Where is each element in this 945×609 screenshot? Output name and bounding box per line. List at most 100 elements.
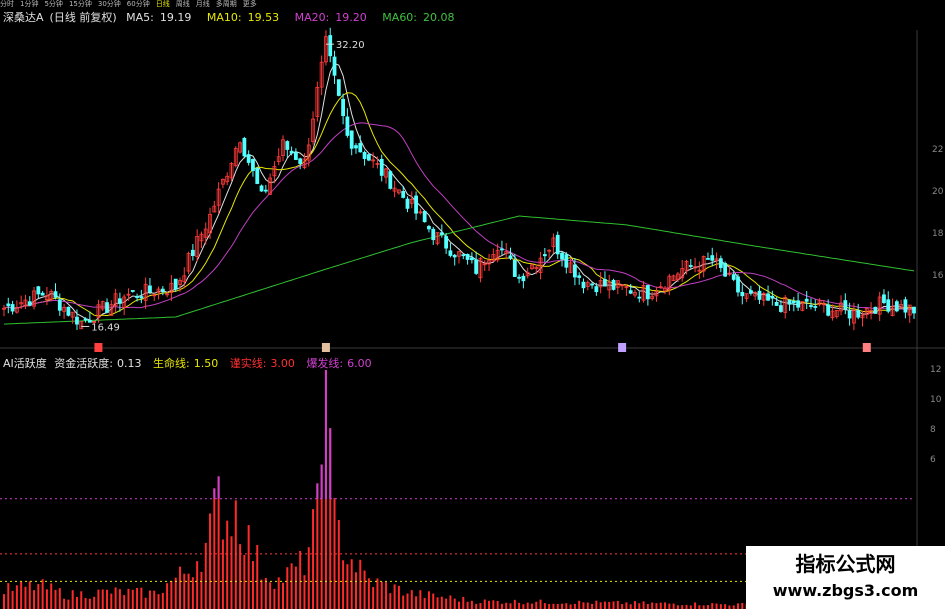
candle-body: [439, 232, 444, 235]
candle-body: [405, 198, 410, 209]
candle-body: [10, 304, 15, 312]
candle-body: [255, 167, 260, 184]
candle-body: [431, 228, 436, 241]
candle-body: [508, 255, 513, 259]
candle-body: [577, 275, 582, 278]
candle-body: [813, 306, 818, 308]
signal-marker: [321, 343, 330, 352]
candle-body: [130, 290, 135, 292]
candle-body: [57, 299, 62, 311]
candle-body: [298, 158, 303, 164]
candle-body: [873, 306, 878, 314]
candle-body: [422, 211, 427, 223]
ma5-line: [3, 62, 915, 323]
ma20-line: [3, 122, 915, 311]
candle-body: [804, 298, 809, 302]
indicator-tick-3: 6: [930, 455, 936, 465]
candle-body: [572, 264, 577, 278]
candle-body: [190, 249, 195, 256]
candle-body: [826, 304, 831, 316]
candle-body: [796, 300, 801, 308]
candle-body: [452, 254, 457, 258]
candle-body: [736, 276, 740, 293]
high-price-label: 32.20: [336, 40, 365, 51]
candle-body: [688, 265, 693, 267]
candle-body: [757, 290, 762, 300]
price-tick-2: 18: [932, 229, 944, 239]
candle-body: [259, 185, 264, 192]
candle-body: [354, 145, 358, 149]
candle-body: [791, 300, 796, 304]
candle-body: [83, 318, 88, 321]
candle-body: [894, 301, 899, 312]
candle-body: [27, 301, 32, 306]
candle-body: [6, 303, 11, 306]
candle-body: [117, 298, 122, 304]
candle-body: [461, 254, 466, 257]
candle-body: [517, 276, 521, 279]
candle-body: [379, 158, 384, 176]
candle-body: [637, 296, 642, 299]
price-tick-1: 20: [932, 187, 944, 197]
candle-body: [847, 310, 852, 319]
watermark-url: www.zbgs3.com: [772, 581, 919, 600]
candle-body: [912, 306, 916, 314]
candle-body: [886, 299, 891, 312]
candle-body: [611, 279, 616, 290]
candle-body: [246, 154, 251, 163]
candle-body: [628, 290, 633, 294]
candle-body: [366, 154, 371, 161]
candle-body: [66, 306, 71, 316]
candle-body: [843, 300, 848, 310]
candle-body: [328, 35, 333, 57]
candle-body: [723, 263, 728, 277]
stock-chart[interactable]: 22 20 18 16 32.20 16.49 12 10 8 6: [0, 0, 945, 609]
candle-body: [882, 294, 886, 303]
candle-body: [474, 259, 479, 274]
candle-body: [105, 302, 109, 313]
candle-body: [500, 248, 504, 251]
candle-body: [740, 291, 745, 297]
candle-body: [770, 295, 775, 299]
candle-body: [748, 290, 753, 294]
candle-body: [345, 116, 350, 136]
candle-body: [388, 171, 393, 189]
candle-body: [289, 150, 294, 154]
candle-body: [427, 226, 431, 230]
candle-body: [285, 141, 290, 150]
price-tick-3: 16: [932, 271, 944, 281]
candle-body: [710, 255, 715, 261]
candle-body: [469, 257, 474, 261]
signal-marker: [862, 343, 871, 352]
candle-body: [336, 79, 341, 96]
candle-body: [731, 274, 736, 280]
candle-body: [349, 130, 354, 149]
candle-body: [718, 258, 723, 268]
candle-body: [809, 305, 813, 307]
candle-body: [263, 189, 268, 192]
candle-body: [362, 151, 367, 159]
price-tick-0: 22: [932, 145, 943, 155]
candle-body: [444, 236, 449, 249]
candle-body: [135, 296, 139, 298]
candle-body: [448, 250, 453, 256]
candle-body: [293, 152, 298, 160]
candle-body: [581, 281, 586, 289]
candle-body: [53, 291, 58, 298]
candle-body: [332, 56, 337, 76]
candle-body: [779, 305, 783, 312]
candle-body: [594, 286, 599, 293]
signal-marker: [618, 343, 627, 352]
candle-body: [465, 254, 470, 260]
candle-body: [564, 254, 569, 268]
candle-body: [251, 159, 255, 172]
candle-body: [706, 258, 710, 260]
candle-body: [242, 137, 247, 157]
candle-body: [401, 191, 406, 198]
candle-body: [139, 296, 144, 299]
candle-body: [766, 293, 770, 301]
candle-body: [75, 316, 79, 325]
candle-body: [787, 299, 792, 305]
candle-body: [555, 234, 560, 255]
candle-body: [173, 278, 178, 290]
